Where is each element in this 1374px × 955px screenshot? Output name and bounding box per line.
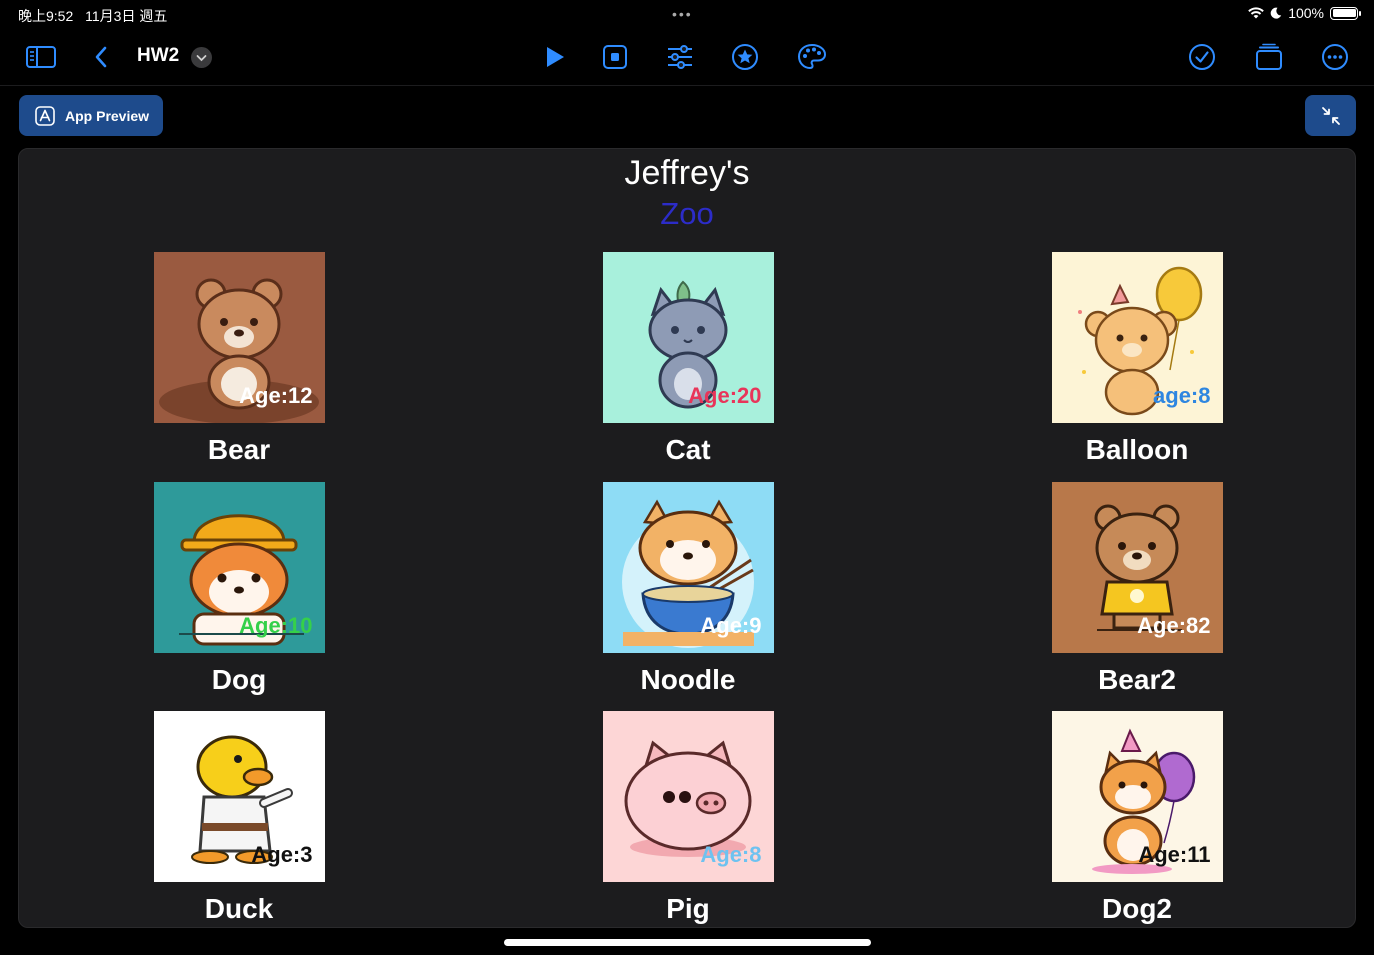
animal-age: Age:12 [239,383,313,408]
animal-age: Age:82 [1137,613,1211,638]
moon-icon [1270,7,1282,19]
animal-age: Age:9 [700,613,762,638]
palette-icon[interactable] [795,40,829,74]
sliders-icon[interactable] [663,40,697,74]
animal-name: Balloon [1085,434,1189,465]
app-preview-label: App Preview [65,107,150,124]
animal-age: age:8 [1153,383,1211,408]
animal-image: Age:11 [1051,711,1223,882]
animal-image: Age:12 [153,252,325,423]
animal-name: Bear [207,434,271,465]
wifi-icon [1248,7,1264,19]
app-preview-button[interactable]: App Preview [19,95,163,136]
animal-image: Age:20 [602,252,774,423]
animal-name: Pig [666,893,710,924]
animal-name: Dog [211,664,267,695]
status-datetime: 晚上9:52 11月3日 週五 [18,6,175,26]
animal-name: Cat [665,434,711,465]
animal-card-cat[interactable]: Age:20 Cat [578,252,798,466]
stop-icon[interactable] [598,40,632,74]
animal-image: Age:8 [602,711,774,882]
more-options-icon[interactable] [1318,40,1352,74]
battery-percent: 100% [1288,5,1324,21]
animal-card-dog2[interactable]: Age:11 Dog2 [1027,711,1247,925]
animal-card-bear[interactable]: Age:12 Bear [129,252,349,466]
play-icon[interactable] [538,40,572,74]
animal-name: Noodle [640,664,736,695]
app-subtitle: Zoo [660,196,714,231]
animal-name: Bear2 [1098,664,1176,695]
document-title[interactable]: HW2 [137,45,179,67]
app-title: Jeffrey's [624,154,750,192]
status-indicators: 100% [1248,5,1361,21]
star-circle-icon[interactable] [728,40,762,74]
arrows-collapse-icon [1321,106,1340,125]
home-indicator[interactable] [504,939,871,946]
animal-card-pig[interactable]: Age:8 Pig [578,711,798,925]
toolbar: HW2 [0,28,1374,86]
animal-card-bear2[interactable]: Age:82 Bear2 [1027,482,1247,696]
animal-age: Age:8 [700,842,762,867]
animal-card-balloon[interactable]: age:8 Balloon [1027,252,1247,466]
animal-age: Age:11 [1138,842,1211,867]
status-time: 晚上9:52 [18,8,74,24]
animal-card-noodle[interactable]: Age:9 Noodle [578,482,798,696]
multitasking-dots-icon[interactable]: ••• [672,6,693,22]
checkmark-circle-icon[interactable] [1185,40,1219,74]
app-store-icon [35,105,55,126]
animal-name: Duck [204,893,274,924]
title-menu-chevron-icon[interactable] [191,47,212,68]
status-date: 11月3日 週五 [85,8,168,24]
animal-name: Dog2 [1102,893,1172,924]
back-chevron-icon[interactable] [84,40,118,74]
sidebar-toggle-icon[interactable] [24,40,58,74]
animal-image: Age:9 [602,482,774,653]
animal-card-duck[interactable]: Age:3 Duck [129,711,349,925]
animal-age: Age:10 [239,613,313,638]
animal-age: Age:3 [251,842,313,867]
animal-image: Age:3 [153,711,325,882]
status-bar: 晚上9:52 11月3日 週五 ••• 100% [0,0,1374,28]
battery-icon [1330,6,1361,20]
animal-image: Age:82 [1051,482,1223,653]
animal-image: age:8 [1051,252,1223,423]
collapse-preview-button[interactable] [1305,95,1356,136]
animal-image: Age:10 [153,482,325,653]
app-preview-canvas: Jeffrey's Zoo Age:12 Bear Age:20 Cat age… [18,148,1356,928]
animal-card-dog[interactable]: Age:10 Dog [129,482,349,696]
animal-age: Age:20 [688,383,762,408]
stacked-windows-icon[interactable] [1252,40,1286,74]
